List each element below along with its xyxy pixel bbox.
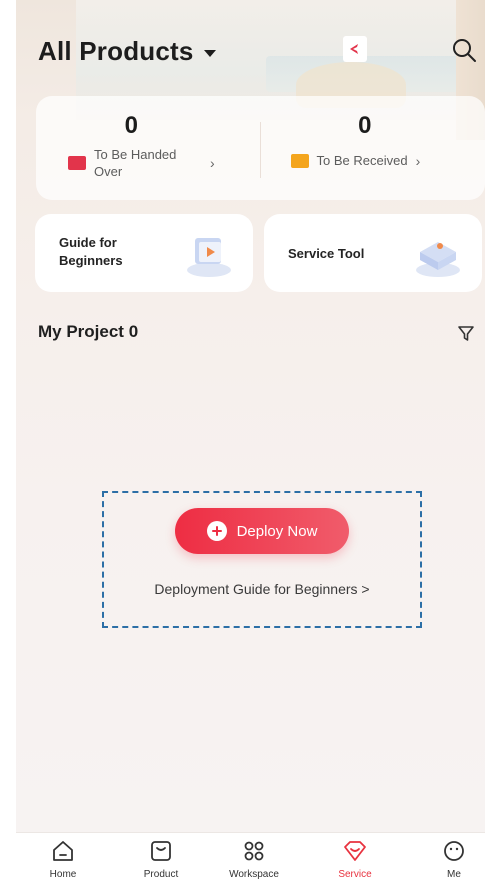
me-icon xyxy=(444,841,464,861)
tab-me[interactable]: Me xyxy=(414,839,485,889)
stat-to-be-received[interactable]: 0 To Be Received › xyxy=(261,96,485,200)
handed-over-count: 0 xyxy=(124,112,138,139)
chevron-right-icon: › xyxy=(415,152,421,169)
deployment-guide-link[interactable]: Deployment Guide for Beginners > xyxy=(104,581,420,597)
filter-icon[interactable] xyxy=(457,324,475,342)
brand-logo-icon xyxy=(343,36,367,62)
tab-home-label: Home xyxy=(49,869,77,880)
handed-over-label: To Be Handed Over xyxy=(94,147,177,179)
received-count: 0 xyxy=(358,112,372,139)
page-title: All Products xyxy=(38,35,194,66)
tab-workspace[interactable]: Workspace xyxy=(214,839,294,889)
bottom-tab-bar: Home Product Workspace Service Me xyxy=(16,832,485,892)
tab-workspace-label: Workspace xyxy=(229,869,279,880)
service-tool-tile[interactable]: Service Tool xyxy=(264,214,482,292)
product-icon xyxy=(151,841,171,861)
home-icon xyxy=(53,841,73,861)
service-icon xyxy=(344,841,366,861)
tab-me-label: Me xyxy=(447,869,461,880)
my-project-title: My Project 0 xyxy=(38,322,139,341)
tab-product-label: Product xyxy=(143,869,179,880)
tab-product[interactable]: Product xyxy=(121,839,201,889)
handover-stats-card: 0 To Be Handed Over › 0 To Be Received › xyxy=(36,96,485,200)
caret-down-icon xyxy=(203,49,216,57)
receive-box-icon xyxy=(290,153,309,168)
plus-icon xyxy=(206,521,227,541)
my-project-header: My Project 0 xyxy=(38,322,475,346)
empty-project-highlight: Deploy Now Deployment Guide for Beginner… xyxy=(102,491,422,628)
tab-service-label: Service xyxy=(338,869,372,880)
handover-card-icon xyxy=(68,156,86,170)
received-label: To Be Received xyxy=(316,153,408,168)
stat-to-be-handed-over[interactable]: 0 To Be Handed Over › xyxy=(36,96,261,200)
tab-service[interactable]: Service xyxy=(315,839,395,889)
service-tool-label: Service Tool xyxy=(288,246,365,261)
tab-home[interactable]: Home xyxy=(23,839,103,889)
guide-for-beginners-tile[interactable]: Guide for Beginners xyxy=(35,214,253,292)
guide-tile-label: Guide for Beginners xyxy=(59,235,123,268)
chevron-right-icon: › xyxy=(210,155,215,171)
product-selector[interactable]: All Products xyxy=(38,34,216,68)
workspace-icon xyxy=(244,841,264,861)
deploy-now-button[interactable]: Deploy Now xyxy=(175,508,349,554)
video-guide-icon xyxy=(187,238,231,277)
app-screen: All Products 0 To Be Handed Over › 0 To … xyxy=(16,0,485,892)
toolbox-icon xyxy=(416,242,460,277)
deploy-now-label: Deploy Now xyxy=(236,522,318,540)
search-icon[interactable] xyxy=(450,36,478,64)
